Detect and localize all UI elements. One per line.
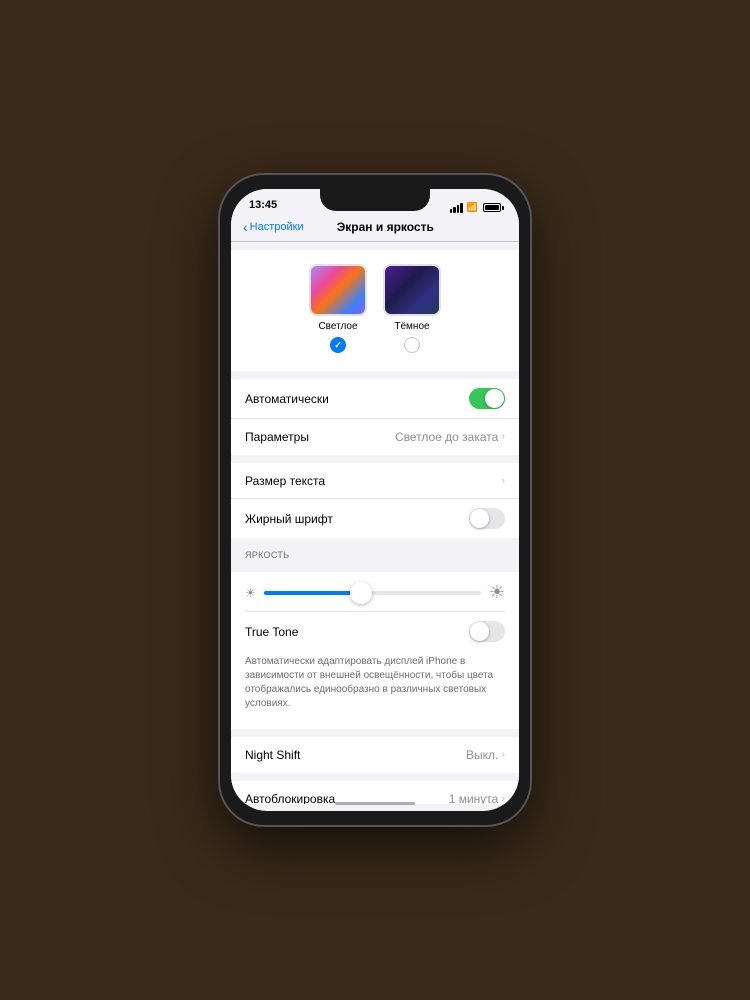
- true-tone-description: Автоматически адаптировать дисплей iPhon…: [245, 651, 505, 719]
- text-size-chevron-icon: ›: [501, 475, 505, 487]
- params-label: Параметры: [245, 430, 309, 444]
- wifi-icon: 📶: [467, 202, 478, 213]
- night-shift-group: Night Shift Выкл. ›: [231, 737, 519, 773]
- text-size-label: Размер текста: [245, 474, 325, 488]
- lock-group: Автоблокировка 1 минута › Поднятие для а…: [231, 781, 519, 804]
- night-shift-label: Night Shift: [245, 748, 300, 762]
- auto-toggle[interactable]: [469, 388, 505, 409]
- lock-section: Автоблокировка 1 минута › Поднятие для а…: [231, 781, 519, 804]
- dark-mode-thumb: [383, 264, 441, 316]
- night-shift-row[interactable]: Night Shift Выкл. ›: [231, 737, 519, 773]
- params-value-group: Светлое до заката ›: [395, 430, 505, 444]
- auto-lock-chevron-icon: ›: [501, 793, 505, 805]
- text-section: Размер текста › Жирный шрифт: [231, 463, 519, 538]
- light-mode-radio[interactable]: [330, 337, 346, 353]
- auto-lock-label: Автоблокировка: [245, 792, 335, 805]
- phone-frame: 13:45 📶 ‹ Настройки Экран и яркост: [220, 175, 530, 825]
- bold-toggle[interactable]: [469, 508, 505, 529]
- sun-small-icon: ☀: [245, 586, 256, 600]
- text-size-row[interactable]: Размер текста ›: [231, 463, 519, 499]
- params-value: Светлое до заката: [395, 430, 498, 444]
- brightness-thumb[interactable]: [350, 582, 372, 604]
- night-shift-value-group: Выкл. ›: [466, 748, 505, 762]
- phone-screen: 13:45 📶 ‹ Настройки Экран и яркост: [231, 189, 519, 811]
- signal-icon: [450, 203, 463, 213]
- params-chevron-icon: ›: [501, 431, 505, 443]
- bold-row: Жирный шрифт: [231, 499, 519, 538]
- brightness-fill: [264, 591, 362, 595]
- back-chevron-icon: ‹: [243, 219, 248, 235]
- true-tone-row: True Tone: [245, 611, 505, 651]
- sun-large-icon: ☀: [489, 582, 505, 603]
- text-size-chevron-group: ›: [501, 475, 505, 487]
- brightness-row: ☀ ☀: [245, 578, 505, 607]
- home-indicator: [335, 802, 415, 805]
- battery-icon: [483, 203, 501, 212]
- nav-bar: ‹ Настройки Экран и яркость: [231, 217, 519, 242]
- light-mode-thumb: [309, 264, 367, 316]
- true-tone-label: True Tone: [245, 625, 298, 639]
- dark-mode-radio[interactable]: [404, 337, 420, 353]
- notch: [320, 189, 430, 211]
- night-shift-value: Выкл.: [466, 748, 498, 762]
- brightness-section: ЯРКОСТЬ ☀ ☀ True Tone: [231, 546, 519, 729]
- auto-lock-row[interactable]: Автоблокировка 1 минута ›: [231, 781, 519, 804]
- night-shift-section: Night Shift Выкл. ›: [231, 737, 519, 773]
- status-time: 13:45: [249, 199, 277, 213]
- params-row[interactable]: Параметры Светлое до заката ›: [231, 419, 519, 455]
- auto-lock-value: 1 минута: [449, 792, 499, 805]
- dark-mode-option[interactable]: Тёмное: [383, 264, 441, 353]
- auto-row: Автоматически: [231, 379, 519, 419]
- light-mode-option[interactable]: Светлое: [309, 264, 367, 353]
- appearance-options: Светлое Тёмное: [245, 260, 505, 361]
- bold-label: Жирный шрифт: [245, 512, 333, 526]
- true-tone-toggle[interactable]: [469, 621, 505, 642]
- brightness-control: ☀ ☀ True Tone Автоматиче: [231, 572, 519, 729]
- light-mode-label: Светлое: [318, 321, 357, 332]
- brightness-slider[interactable]: [264, 591, 481, 595]
- auto-lock-value-group: 1 минута ›: [449, 792, 505, 805]
- auto-label: Автоматически: [245, 392, 329, 406]
- auto-section: Автоматически Параметры Светлое до закат…: [231, 379, 519, 455]
- content-scroll[interactable]: Светлое Тёмное Автоматически: [231, 242, 519, 804]
- status-icons: 📶: [450, 202, 501, 213]
- appearance-section: Светлое Тёмное: [231, 250, 519, 371]
- page-title: Экран и яркость: [264, 220, 507, 234]
- dark-mode-label: Тёмное: [394, 321, 429, 332]
- night-shift-chevron-icon: ›: [501, 749, 505, 761]
- text-group: Размер текста › Жирный шрифт: [231, 463, 519, 538]
- brightness-header: ЯРКОСТЬ: [231, 546, 519, 564]
- auto-group: Автоматически Параметры Светлое до закат…: [231, 379, 519, 455]
